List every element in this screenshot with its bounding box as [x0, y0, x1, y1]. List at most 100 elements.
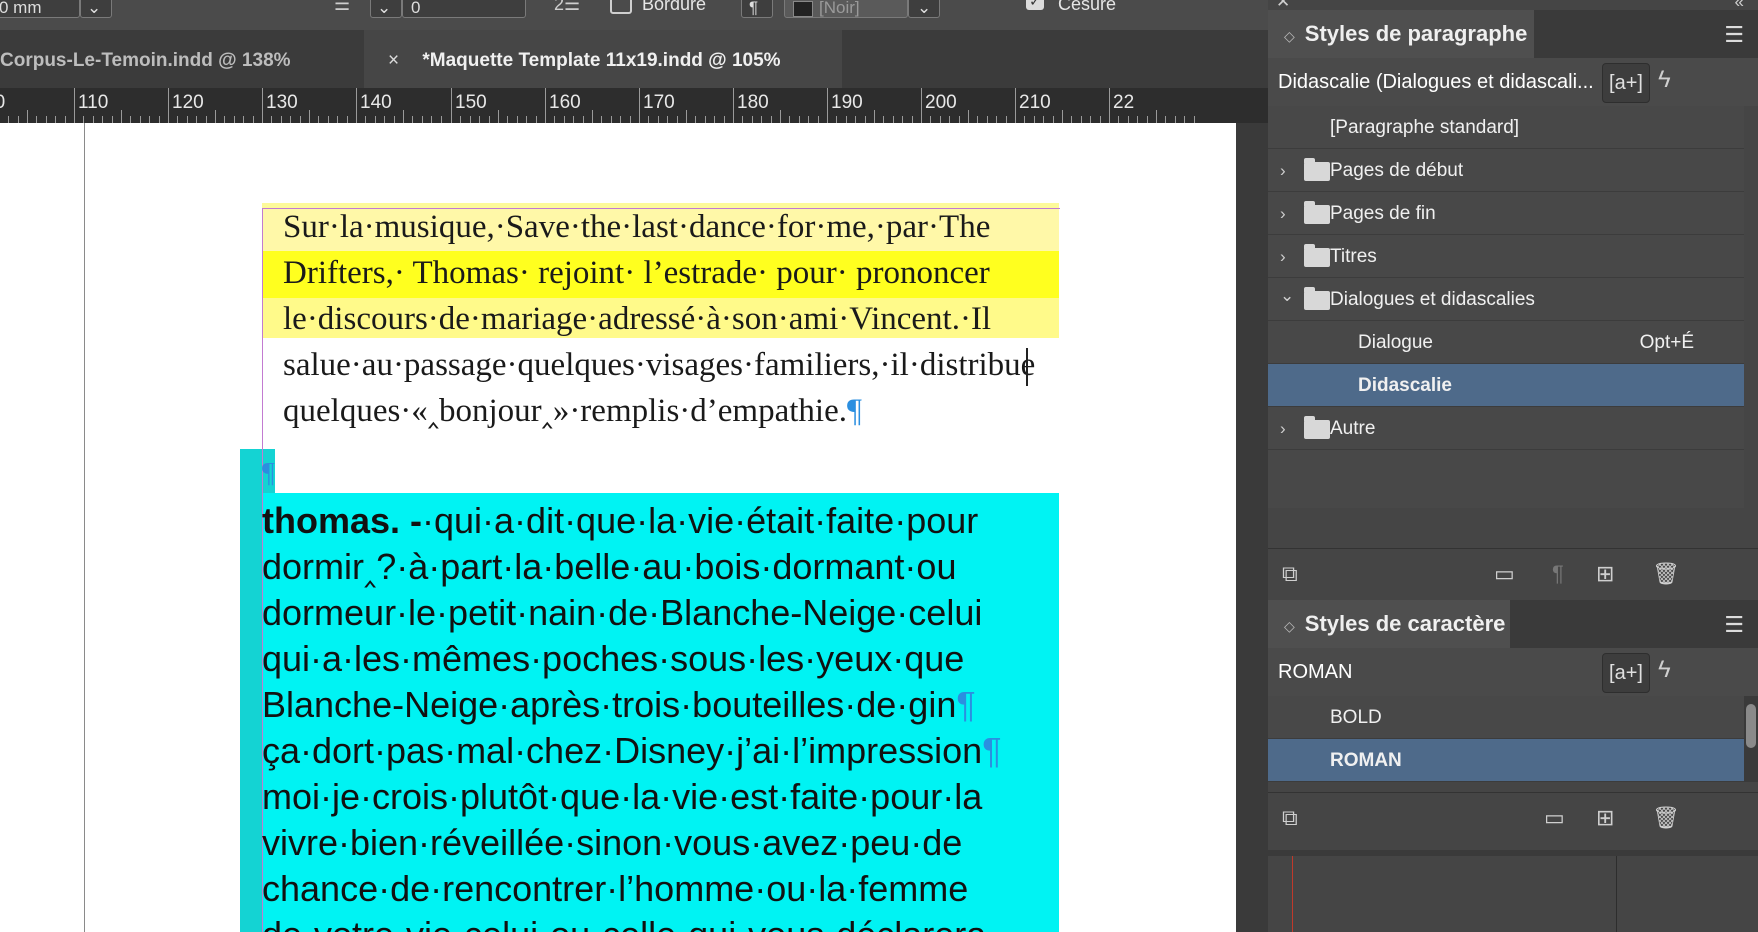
ruler-minor-tick	[874, 110, 875, 123]
ruler-minor-tick	[149, 116, 150, 123]
narration-line[interactable]: salue·au·passage·quelques·visages·famili…	[283, 343, 1059, 388]
horizontal-ruler[interactable]: 00 110 120 130 140 150 160 170 180 190 200 210 22	[0, 88, 1268, 124]
dialogue-line[interactable]: chance·de·rencontrer·l’homme·ou·la·femme	[262, 867, 1059, 911]
dialogue-line[interactable]: dormeur·le·petit·nain·de·Blanche-Neige·c…	[262, 591, 1059, 635]
color-dropdown-button[interactable]: ⌄	[908, 0, 940, 18]
dialogue-text: ça·dort·pas·mal·chez·Disney·j’ai·l’impre…	[262, 730, 983, 771]
ruler-minor-tick	[686, 110, 687, 123]
ruler-minor-tick	[1137, 116, 1138, 123]
ruler-minor-tick	[959, 116, 960, 123]
ruler-minor-tick	[375, 116, 376, 123]
create-style-override-button[interactable]: [a+]	[1602, 63, 1650, 103]
panel-menu-icon[interactable]: ☰	[1724, 612, 1744, 638]
dialogue-line[interactable]: moi·je·crois·plutôt·que·la·vie·est·faite…	[262, 775, 1059, 819]
style-group-pages-de-fin[interactable]: › Pages de fin	[1268, 192, 1744, 235]
style-group-dialogues[interactable]: ⌄ Dialogues et didascalies	[1268, 278, 1744, 321]
spin-dropdown-button[interactable]: ⌄	[370, 0, 402, 18]
style-paragraphe-standard[interactable]: [Paragraphe standard]	[1268, 106, 1744, 149]
dropcap-lines-icon[interactable]: 2☰	[554, 0, 580, 15]
ruler-minor-tick	[224, 116, 225, 123]
document-canvas[interactable]: Sur·la·musique,·Save·the·last·dance·for·…	[0, 123, 1268, 932]
style-group-autre[interactable]: › Autre	[1268, 407, 1744, 450]
tab-maquette-template[interactable]: × *Maquette Template 11x19.indd @ 105%	[364, 30, 842, 88]
dialogue-line[interactable]: Blanche-Neige·après·trois·bouteilles·de·…	[262, 683, 1059, 727]
ruler-minor-tick	[1062, 110, 1063, 123]
delete-style-icon[interactable]: 🗑	[1652, 805, 1680, 831]
ruler-label: 00	[0, 92, 5, 114]
chevron-down-icon[interactable]: ⌄	[1280, 274, 1294, 318]
style-group-titres[interactable]: › Titres	[1268, 235, 1744, 278]
clear-overrides-icon[interactable]: ¶	[1552, 561, 1564, 587]
ruler-minor-tick	[215, 110, 216, 123]
ruler-minor-tick	[1118, 116, 1119, 123]
ruler-minor-tick	[808, 116, 809, 123]
new-group-folder-icon[interactable]: ▭	[1544, 805, 1565, 831]
tab-label: *Maquette Template 11x19.indd @ 105%	[422, 50, 781, 71]
dialogue-line[interactable]: ça·dort·pas·mal·chez·Disney·j’ai·l’impre…	[262, 729, 1059, 773]
dialogue-text: ·qui·a·dit·que·la·vie·était·faite·pour	[422, 500, 979, 541]
chevron-right-icon[interactable]: ›	[1280, 149, 1286, 193]
style-shortcut: Opt+É	[1639, 332, 1694, 353]
character-styles-scrollbar[interactable]	[1744, 696, 1758, 782]
tab-paragraph-styles[interactable]: ◇ Styles de paragraphe	[1268, 10, 1534, 58]
ruler-minor-tick	[394, 116, 395, 123]
new-style-icon[interactable]: ⊞	[1596, 561, 1614, 587]
ruler-minor-tick	[196, 116, 197, 123]
ruler-minor-tick	[855, 116, 856, 123]
chevron-right-icon[interactable]: ›	[1280, 235, 1286, 279]
create-style-override-button[interactable]: [a+]	[1602, 653, 1650, 693]
narration-line[interactable]: le·discours·de·mariage·adressé·à·son·ami…	[283, 297, 1059, 342]
dialogue-line[interactable]: dormir‸?·à·part·la·belle·au·bois·dormant…	[262, 545, 1059, 589]
ruler-minor-tick	[517, 116, 518, 123]
ruler-minor-tick	[592, 110, 593, 123]
dialogue-line-first[interactable]: thomas. -·qui·a·dit·que·la·vie·était·fai…	[262, 499, 1059, 543]
dialogue-line[interactable]: de·votre·vie·celui·ou·celle·qui·vous·déc…	[262, 913, 1059, 932]
dialogue-line[interactable]: qui·a·les·mêmes·poches·sous·les·yeux·que	[262, 637, 1059, 681]
panel-resize-grip[interactable]	[1268, 850, 1758, 856]
spin-field[interactable]: 0	[402, 0, 526, 18]
new-group-folder-icon[interactable]: ▭	[1494, 561, 1515, 587]
units-dropdown-button[interactable]: ⌄	[80, 0, 112, 18]
load-styles-icon[interactable]: ⧉	[1282, 561, 1298, 587]
ruler-minor-tick	[677, 116, 678, 123]
style-group-pages-de-debut[interactable]: › Pages de début	[1268, 149, 1744, 192]
pilcrow-button[interactable]: ¶	[741, 0, 773, 18]
narration-line[interactable]: Drifters,· Thomas· rejoint· l’estrade· p…	[283, 251, 1059, 296]
char-style-bold[interactable]: BOLD	[1268, 696, 1744, 739]
tab-corpus-le-temoin[interactable]: Corpus-Le-Temoin.indd @ 138%	[0, 30, 364, 88]
load-styles-icon[interactable]: ⧉	[1282, 805, 1298, 831]
quick-apply-icon[interactable]: ϟ	[1658, 656, 1671, 684]
new-style-icon[interactable]: ⊞	[1596, 805, 1614, 831]
ruler-minor-tick	[780, 110, 781, 123]
narration-line-last[interactable]: quelques·«‸bonjour‸»·remplis·d’empathie.…	[283, 389, 1059, 434]
close-tab-icon[interactable]: ×	[388, 50, 399, 71]
ruler-minor-tick	[93, 116, 94, 123]
align-lines-icon[interactable]: ☰	[334, 0, 350, 15]
style-didascalie[interactable]: Didascalie	[1268, 364, 1744, 407]
panel-menu-icon[interactable]: ☰	[1724, 22, 1744, 48]
ruler-minor-tick	[846, 116, 847, 123]
narration-line[interactable]: Sur·la·musique,·Save·the·last·dance·for·…	[283, 205, 1059, 250]
ruler-minor-tick	[977, 116, 978, 123]
ruler-minor-tick	[930, 116, 931, 123]
panel-title: Styles de paragraphe	[1304, 21, 1528, 46]
scroll-thumb[interactable]	[1746, 704, 1756, 748]
border-checkbox[interactable]	[610, 0, 632, 14]
ruler-minor-tick	[102, 116, 103, 123]
ruler-minor-tick	[384, 116, 385, 123]
chevron-right-icon[interactable]: ›	[1280, 407, 1286, 451]
tab-character-styles[interactable]: ◇ Styles de caractère	[1268, 600, 1510, 648]
hyphenation-checkbox[interactable]: ✓	[1026, 0, 1044, 10]
units-field[interactable]: 0 mm	[0, 0, 80, 18]
ruler-minor-tick	[526, 116, 527, 123]
ruler-minor-tick	[1165, 116, 1166, 123]
chevron-right-icon[interactable]: ›	[1280, 192, 1286, 236]
char-style-roman[interactable]: ROMAN	[1268, 739, 1744, 782]
quick-apply-icon[interactable]: ϟ	[1658, 66, 1671, 94]
delete-style-icon[interactable]: 🗑	[1652, 561, 1680, 587]
color-swatch-select[interactable]: [Noir]	[784, 0, 908, 18]
style-dialogue[interactable]: Dialogue Opt+É	[1268, 321, 1744, 364]
ruler-minor-tick	[1081, 116, 1082, 123]
dialogue-line[interactable]: vivre·bien·réveillée·sinon·vous·avez·peu…	[262, 821, 1059, 865]
ruler-label: 160	[549, 92, 581, 113]
